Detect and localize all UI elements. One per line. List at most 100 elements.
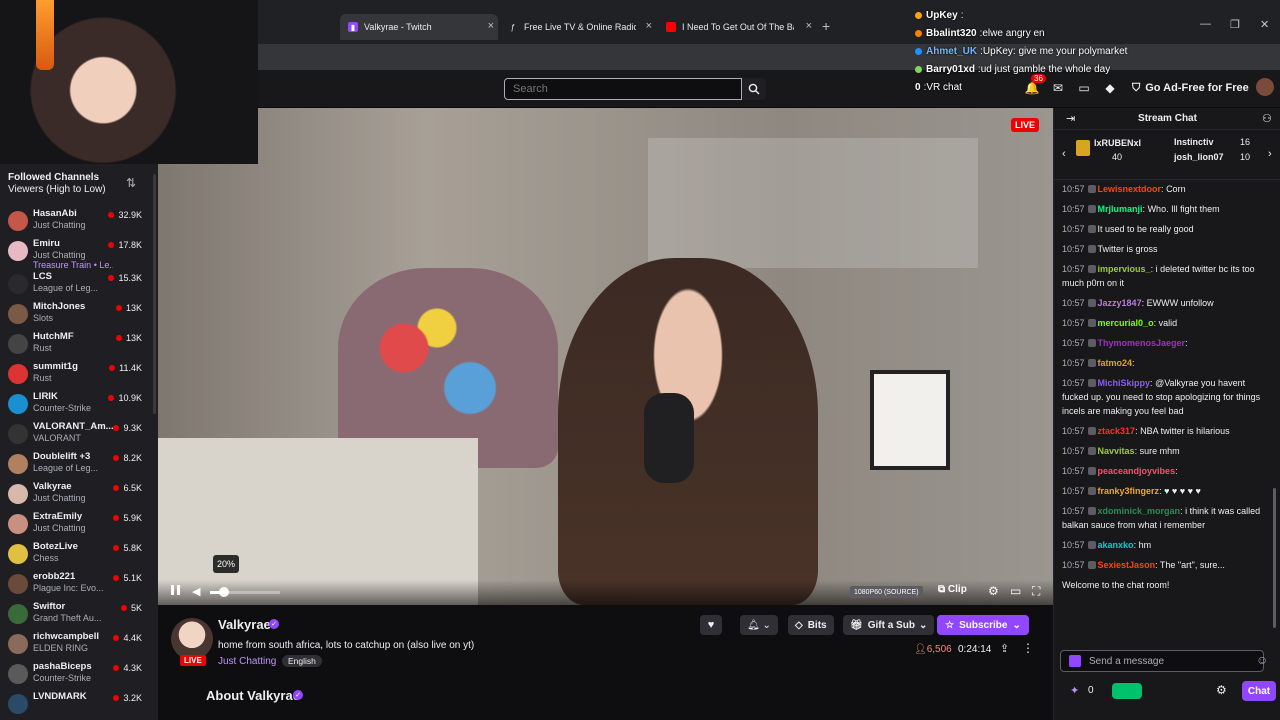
sidebar-channel[interactable]: HutchMF Rust 13K [0, 329, 152, 359]
chat-timestamp: 10:57 [1062, 264, 1085, 274]
more-options-icon[interactable]: ⋮ [1022, 641, 1034, 655]
stream-chat-panel: ⇥ Stream Chat ⚇ ‹ lxRUBENxl 40 Instincti… [1053, 108, 1280, 720]
pause-button[interactable] [171, 585, 183, 597]
sidebar-channel[interactable]: Emiru Just Chatting 17.8K Treasure Train • … [0, 236, 152, 270]
sidebar-channel[interactable]: erobb221 Plague Inc: Evo... 5.1K [0, 569, 152, 599]
new-tab-button[interactable]: + [822, 18, 830, 34]
video-player[interactable] [158, 108, 1053, 605]
chat-username[interactable]: Lewisnextdoor [1098, 184, 1162, 194]
close-tab-icon[interactable]: × [488, 20, 494, 32]
chat-username[interactable]: peaceandjoyvibes [1098, 466, 1176, 476]
chat-timestamp: 10:57 [1062, 426, 1085, 436]
sidebar-channel[interactable]: Valkyrae Just Chatting 6.5K [0, 479, 152, 509]
fullscreen-icon[interactable]: ⛶ [1032, 584, 1040, 599]
gift-sub-button[interactable]: 🎁︎ Gift a Sub ⌄ [843, 615, 935, 635]
clip-button[interactable]: ⧉ Clip [938, 584, 967, 595]
minimize-window-icon[interactable]: — [1200, 18, 1211, 30]
overlay-chat: UpKey: Bbalint320: elwe angry en Ahmet_U… [915, 6, 1145, 96]
sidebar-channel[interactable]: HasanAbi Just Chatting 32.9K [0, 206, 152, 236]
channel-name[interactable]: Valkyrae [218, 617, 271, 632]
chat-input[interactable]: Send a message [1060, 650, 1264, 672]
sidebar-channel[interactable]: MitchJones Slots 13K [0, 299, 152, 329]
chat-username[interactable]: Jazzy1847 [1098, 298, 1142, 308]
sidebar-scrollbar[interactable] [153, 174, 156, 414]
chat-username[interactable]: SexiestJason [1098, 560, 1156, 570]
chat-username[interactable]: Mrjlumanji [1098, 204, 1143, 214]
chat-username[interactable]: akanxko [1098, 540, 1134, 550]
sidebar-channel[interactable]: BotezLive Chess 5.8K [0, 539, 152, 569]
sidebar-channel[interactable]: pashaBiceps Counter-Strike 4.3K [0, 659, 152, 689]
sidebar-channel[interactable]: LIRIK Counter-Strike 10.9K [0, 389, 152, 419]
sidebar-channel[interactable]: richwcampbell ELDEN RING 4.4K [0, 629, 152, 659]
chevron-right-icon[interactable]: › [1268, 148, 1272, 160]
browser-tab-twitch[interactable]: ▮ Valkyrae - Twitch × [340, 14, 498, 40]
chat-message: 10:57 akanxko: hm [1062, 540, 1152, 550]
volume-icon[interactable]: ◀ [192, 585, 200, 598]
chat-timestamp: 10:57 [1062, 244, 1085, 254]
claim-bonus-button[interactable] [1112, 683, 1142, 699]
stream-tag[interactable]: English [282, 655, 322, 667]
chat-send-button[interactable]: Chat [1242, 681, 1276, 701]
chat-username[interactable]: ThymomenosJaeger [1098, 338, 1186, 348]
maximize-window-icon[interactable]: ❐ [1230, 18, 1240, 31]
stream-category-link[interactable]: Just Chatting [218, 656, 276, 667]
channel-points-icon[interactable]: ✦ [1070, 684, 1079, 697]
search-button[interactable] [742, 78, 766, 100]
chat-identity-icon[interactable] [1069, 655, 1081, 667]
follow-heart-button[interactable]: ♥ [700, 615, 722, 635]
chat-timestamp: 10:57 [1062, 338, 1085, 348]
notifications-toggle-button[interactable]: 🔔︎ ⌄ [740, 615, 778, 635]
chat-message-list: 10:57 Lewisnextdoor: Corn 10:57 Mrjlumanji:… [1062, 182, 1272, 592]
chat-scrollbar[interactable] [1273, 488, 1276, 628]
subscribe-button[interactable]: ☆ Subscribe ⌄ [937, 615, 1029, 635]
chat-badge-icon [1087, 265, 1096, 273]
chat-username[interactable]: mercurial0_o [1098, 318, 1154, 328]
sidebar-channel[interactable]: LCS League of Leg... 15.3K [0, 269, 152, 299]
search-input[interactable] [504, 78, 742, 100]
leaderboard-row-name: Instinctiv [1174, 137, 1214, 147]
sidebar-channel[interactable]: LVNDMARK 3.2K [0, 689, 152, 719]
chat-username[interactable]: fatmo24 [1098, 358, 1133, 368]
channel-avatar[interactable] [171, 618, 213, 660]
user-avatar[interactable] [1256, 78, 1274, 96]
sort-toggle-icon[interactable]: ⇅ [126, 176, 136, 190]
sidebar-channel[interactable]: summit1g Rust 11.4K [0, 359, 152, 389]
close-window-icon[interactable]: ✕ [1260, 18, 1269, 31]
share-icon[interactable]: ⇪ [1000, 642, 1009, 655]
chat-badge-icon [1087, 319, 1096, 327]
chevron-left-icon[interactable]: ‹ [1062, 148, 1066, 160]
chat-text: The "art", sure... [1159, 560, 1225, 570]
sidebar-channel[interactable]: Doublelift +3 League of Leg... 8.2K [0, 449, 152, 479]
chat-username[interactable]: MichiSkippy [1098, 378, 1151, 388]
chat-username[interactable]: Navvitas [1098, 446, 1135, 456]
chat-settings-gear-icon[interactable]: ⚙ [1216, 683, 1227, 697]
emote-picker-icon[interactable]: ☺ [1256, 653, 1268, 667]
go-ad-free-button[interactable]: ⛉ Go Ad-Free for Free [1132, 79, 1249, 97]
sidebar-channel[interactable]: VALORANT_Am... VALORANT 9.3K [0, 419, 152, 449]
browser-tab-youtube[interactable]: I Need To Get Out Of The Back × [658, 14, 816, 40]
sidebar-channel[interactable]: Swiftor Grand Theft Au... 5K [0, 599, 152, 629]
chat-message: 10:57 MichiSkippy: @Valkyrae you havent f… [1062, 378, 1261, 416]
chat-username[interactable]: ztack317 [1098, 426, 1136, 436]
browser-tab-radio[interactable]: ƒ Free Live TV & Online Radio W × [500, 14, 656, 40]
community-icon[interactable]: ⚇ [1262, 112, 1272, 125]
chat-text: ♥ ♥ ♥ ♥ ♥ [1164, 486, 1201, 496]
close-tab-icon[interactable]: × [646, 20, 652, 32]
clip-label: Clip [947, 584, 967, 595]
chat-username[interactable]: impervious_ [1098, 264, 1151, 274]
close-tab-icon[interactable]: × [806, 20, 812, 32]
sidebar-channel-name: LCS [33, 271, 52, 282]
sidebar-sort-label[interactable]: Viewers (High to Low) [8, 184, 106, 195]
sidebar-channel-game: League of Leg... [33, 283, 99, 293]
user-color-dot [915, 65, 922, 73]
wall-poster [870, 370, 950, 470]
bits-button[interactable]: ◇ Bits [788, 615, 834, 635]
theatre-mode-icon[interactable]: ▭ [1010, 584, 1021, 598]
chat-username[interactable]: xdominick_morgan [1098, 506, 1181, 516]
channel-avatar [8, 454, 28, 474]
settings-gear-icon[interactable]: ⚙ [988, 584, 999, 598]
volume-slider-thumb[interactable] [219, 587, 229, 597]
sidebar-channel[interactable]: ExtraEmily Just Chatting 5.9K [0, 509, 152, 539]
sidebar-channel-game: ELDEN RING [33, 643, 89, 653]
chat-username[interactable]: franky3fingerz [1098, 486, 1160, 496]
